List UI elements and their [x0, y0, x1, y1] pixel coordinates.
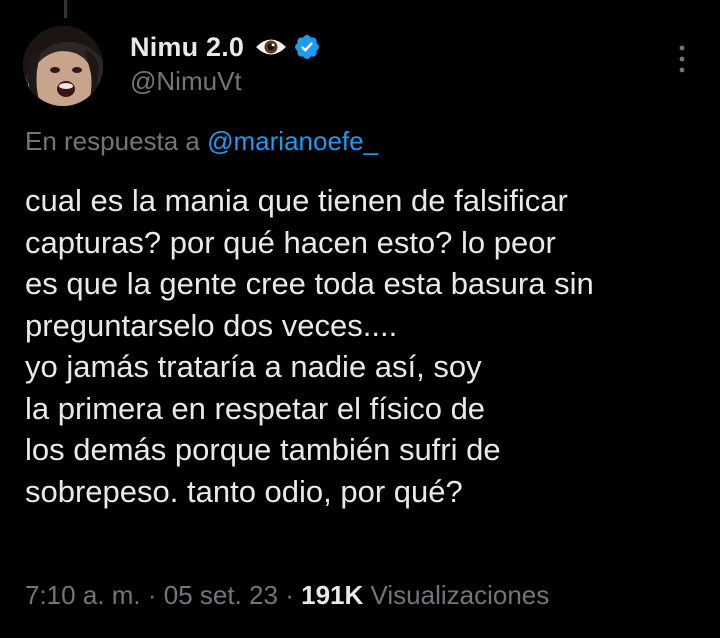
name-row: Nimu 2.0 — [130, 30, 321, 64]
reply-context: En respuesta a @marianoefe_ — [25, 126, 378, 157]
views-label[interactable]: Visualizaciones — [371, 580, 550, 610]
tweet-text-line: sobrepeso. tanto odio, por qué? — [25, 473, 463, 509]
thread-connector-line — [64, 0, 67, 18]
avatar[interactable] — [23, 26, 103, 106]
tweet-header: Nimu 2.0 @NimuVt — [23, 26, 321, 106]
views-count[interactable]: 191K — [301, 580, 363, 610]
tweet-text-line: capturas? por qué hacen esto? lo peor — [25, 224, 556, 260]
display-name[interactable]: Nimu 2.0 — [130, 32, 244, 63]
tweet-text-line: preguntarselo dos veces.... — [25, 307, 398, 343]
meta-separator: · — [147, 580, 157, 610]
tweet-date[interactable]: 05 set. 23 — [164, 580, 278, 610]
verified-badge-icon[interactable] — [293, 33, 321, 61]
tweet-meta: 7:10 a. m. · 05 set. 23 · 191K Visualiza… — [25, 580, 549, 611]
user-info: Nimu 2.0 @NimuVt — [130, 30, 321, 97]
more-options-icon[interactable] — [678, 44, 686, 74]
tweet-text-line: los demás porque también sufri de — [25, 432, 501, 467]
meta-separator: · — [285, 580, 294, 610]
avatar-image — [23, 26, 103, 106]
tweet-text: cual es la mania que tienen de falsifica… — [25, 180, 705, 512]
tweet-text-line: yo jamás trataría a nadie así, soy — [25, 349, 482, 384]
reply-prefix: En respuesta a — [25, 126, 200, 156]
eye-icon — [254, 36, 288, 58]
tweet-text-line: es que la gente cree toda esta basura si… — [25, 266, 594, 301]
tweet-time[interactable]: 7:10 a. m. — [25, 580, 141, 610]
tweet-text-line: cual es la mania que tienen de falsifica… — [25, 183, 568, 218]
reply-mention-link[interactable]: @marianoefe_ — [207, 126, 378, 156]
user-handle[interactable]: @NimuVt — [130, 66, 321, 97]
tweet-text-line: la primera en respetar el físico de — [25, 390, 486, 426]
